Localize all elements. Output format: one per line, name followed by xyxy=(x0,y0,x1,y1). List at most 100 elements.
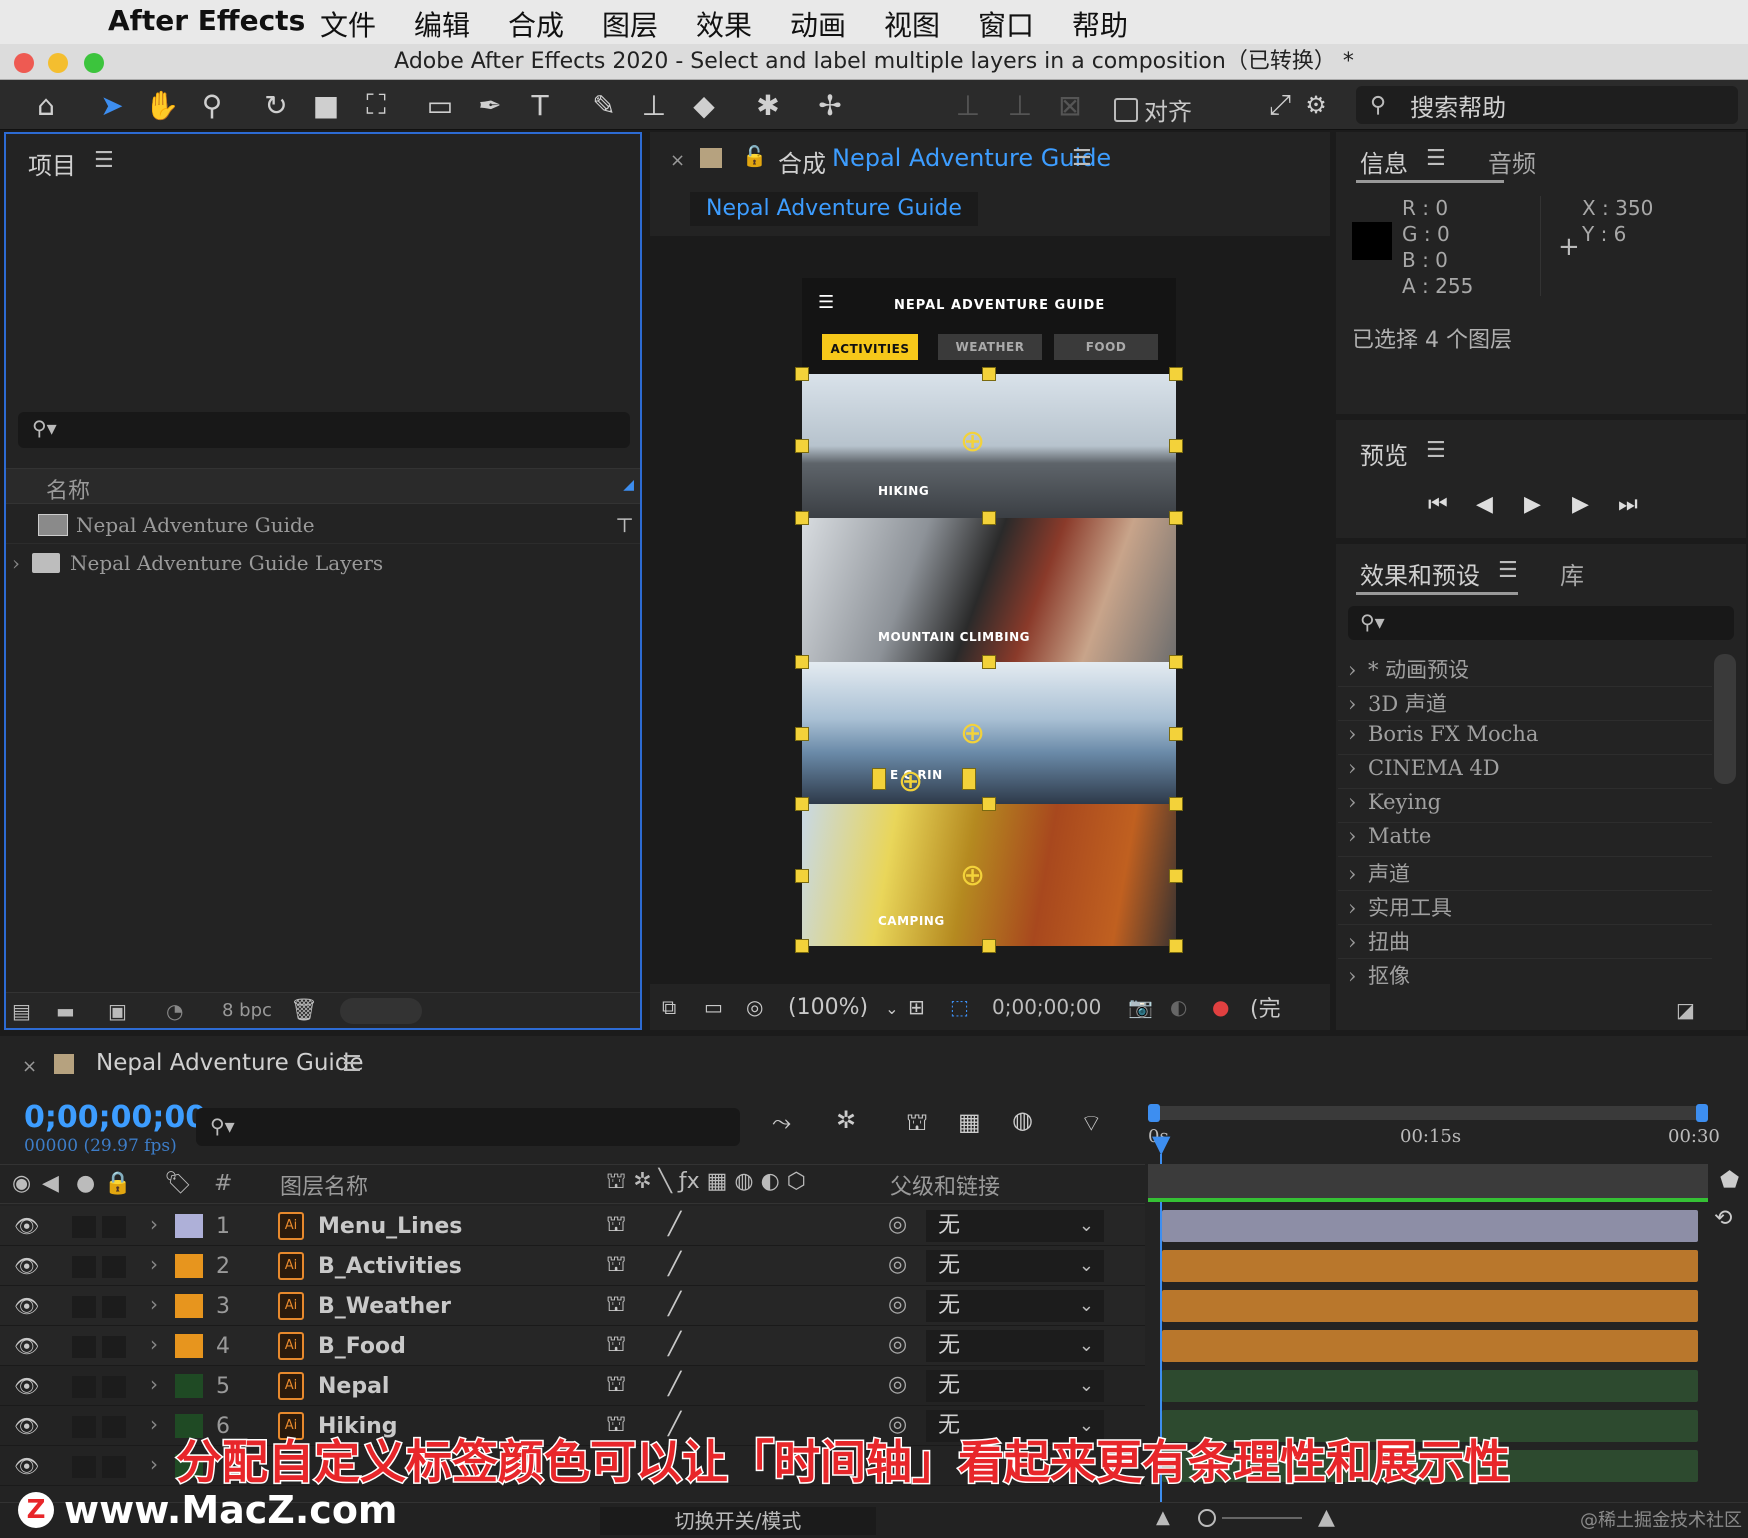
chevron-right-icon[interactable]: › xyxy=(150,1212,158,1236)
workspace-icon[interactable]: ⚙ xyxy=(1296,86,1336,124)
chevron-right-icon[interactable]: › xyxy=(150,1292,158,1316)
quality-switch-icon[interactable]: ╱ xyxy=(668,1372,681,1397)
selection-handle[interactable] xyxy=(872,768,886,790)
bit-depth-label[interactable]: 8 bpc xyxy=(222,1000,290,1021)
effects-search-input[interactable]: ⚲▾ xyxy=(1348,606,1734,640)
selection-handle[interactable] xyxy=(1169,727,1183,741)
new-composition-icon[interactable]: ▣ xyxy=(108,999,166,1023)
previous-frame-icon[interactable]: ◀ xyxy=(1476,492,1493,517)
selection-handle[interactable] xyxy=(1169,439,1183,453)
audio-toggle[interactable] xyxy=(72,1376,96,1398)
menu-view[interactable]: 视图 xyxy=(884,4,940,44)
shy-switch-icon[interactable]: ⛫ xyxy=(606,1332,626,1360)
roto-brush-tool-icon[interactable]: ✱ xyxy=(748,86,788,124)
selection-tool-icon[interactable]: ➤ xyxy=(92,86,132,124)
selection-handle[interactable] xyxy=(962,768,976,790)
anchor-point-icon[interactable]: ⊕ xyxy=(898,764,923,799)
chevron-right-icon[interactable]: › xyxy=(150,1332,158,1356)
shy-switch-icon[interactable]: ⛫ xyxy=(606,1292,626,1320)
project-search-input[interactable]: ⚲▾ xyxy=(18,412,630,448)
solo-toggle[interactable] xyxy=(102,1296,126,1318)
layer-name[interactable]: Nepal xyxy=(318,1374,389,1399)
layer-label-color[interactable] xyxy=(175,1334,203,1358)
solo-header-icon[interactable]: ● xyxy=(76,1171,95,1196)
audio-toggle-header-icon[interactable]: ◀ xyxy=(42,1171,59,1196)
zoom-window-button[interactable] xyxy=(84,53,104,73)
shy-layers-icon[interactable]: ⛫ xyxy=(906,1108,928,1139)
comp-tab-name[interactable]: Nepal Adventure Guide xyxy=(832,144,1111,172)
quality-switch-icon[interactable]: ╱ xyxy=(668,1332,681,1357)
selection-handle[interactable] xyxy=(795,797,809,811)
close-tab-icon[interactable]: × xyxy=(22,1056,37,1077)
effect-category[interactable]: › Boris FX Mocha xyxy=(1348,722,1538,746)
eye-icon[interactable]: 👁 xyxy=(14,1374,39,1398)
brush-tool-icon[interactable]: ✎ xyxy=(584,86,624,124)
draft-3d-icon[interactable]: ✲ xyxy=(836,1106,856,1134)
audio-toggle[interactable] xyxy=(72,1256,96,1278)
close-window-button[interactable] xyxy=(14,53,34,73)
motion-blur-icon[interactable]: ◍ xyxy=(1012,1106,1033,1134)
eraser-tool-icon[interactable]: ◆ xyxy=(684,86,724,124)
audio-toggle[interactable] xyxy=(72,1336,96,1358)
audio-toggle[interactable] xyxy=(72,1456,96,1478)
audio-toggle[interactable] xyxy=(72,1216,96,1238)
home-icon[interactable]: ⌂ xyxy=(26,86,66,124)
project-item-folder[interactable]: › Nepal Adventure Guide Layers xyxy=(6,544,640,582)
next-frame-icon[interactable]: ▶ xyxy=(1572,492,1589,517)
layer-duration-bar[interactable] xyxy=(1162,1210,1698,1242)
selection-handle[interactable] xyxy=(982,797,996,811)
solo-toggle[interactable] xyxy=(102,1416,126,1438)
eye-icon[interactable]: 👁 xyxy=(14,1254,39,1278)
new-item-icon[interactable]: ◪ xyxy=(1676,998,1695,1022)
graph-editor-icon[interactable]: ⌔ xyxy=(1080,1108,1103,1138)
effects-scrollbar[interactable] xyxy=(1714,654,1736,784)
column-name-header[interactable]: 名称 xyxy=(46,473,90,505)
work-area-end-handle[interactable] xyxy=(1696,1104,1708,1122)
first-frame-icon[interactable]: ⏮ xyxy=(1428,492,1448,517)
rectangle-tool-icon[interactable]: ▭ xyxy=(420,86,460,124)
rotate-tool-icon[interactable]: ↻ xyxy=(256,86,296,124)
shy-switch-icon[interactable]: ⛫ xyxy=(606,1372,626,1400)
snapshot-camera-icon[interactable]: 📷 xyxy=(1128,995,1170,1019)
zoom-tool-icon[interactable]: ⚲ xyxy=(192,86,232,124)
selection-handle[interactable] xyxy=(795,367,809,381)
solo-toggle[interactable] xyxy=(102,1336,126,1358)
preview-panel-menu-icon[interactable]: ☰ xyxy=(1426,438,1446,463)
chevron-right-icon[interactable]: › xyxy=(150,1252,158,1276)
work-area-bar[interactable] xyxy=(1148,1104,1708,1122)
grid-icon[interactable]: ⊞ xyxy=(908,995,950,1019)
app-menu[interactable]: After Effects xyxy=(108,4,305,37)
mask-visibility-icon[interactable]: ◎ xyxy=(746,995,788,1019)
layer-row[interactable]: 👁 › 1 Ai Menu_Lines ⛫ ╱ ◎ 无 ⌄ xyxy=(0,1206,1145,1246)
local-axis-icon[interactable]: ⊥ xyxy=(948,86,988,124)
audio-toggle[interactable] xyxy=(72,1296,96,1318)
effects-panel-menu-icon[interactable]: ☰ xyxy=(1498,558,1518,583)
column-number-header[interactable]: # xyxy=(214,1171,232,1196)
hand-tool-icon[interactable]: ✋ xyxy=(142,86,182,124)
layer-name[interactable]: B_Food xyxy=(318,1334,406,1359)
layer-name[interactable]: B_Weather xyxy=(318,1294,451,1319)
menu-effect[interactable]: 效果 xyxy=(696,4,752,44)
selection-handle[interactable] xyxy=(1169,511,1183,525)
selection-handle[interactable] xyxy=(795,727,809,741)
layer-row[interactable]: 👁 › 4 Ai B_Food ⛫ ╱ ◎ 无 ⌄ xyxy=(0,1326,1145,1366)
world-axis-icon[interactable]: ⊥ xyxy=(1000,86,1040,124)
layer-search-input[interactable]: ⚲▾ xyxy=(196,1108,740,1146)
solo-toggle[interactable] xyxy=(102,1456,126,1478)
bit-depth-icon[interactable]: ◔ xyxy=(166,999,222,1023)
pick-whip-icon[interactable]: ◎ xyxy=(888,1292,907,1317)
comp-canvas[interactable]: ☰ NEPAL ADVENTURE GUIDE ACTIVITIES WEATH… xyxy=(795,278,1183,953)
layer-row[interactable]: 👁 › 2 Ai B_Activities ⛫ ╱ ◎ 无 ⌄ xyxy=(0,1246,1145,1286)
effect-category[interactable]: › 实用工具 xyxy=(1348,892,1452,922)
timeline-tab-name[interactable]: Nepal Adventure Guide xyxy=(96,1050,364,1076)
always-preview-icon[interactable]: ⧉ xyxy=(662,995,704,1019)
eye-icon[interactable]: 👁 xyxy=(14,1414,39,1438)
resolution-dropdown[interactable]: (完 xyxy=(1250,991,1290,1023)
effect-category[interactable]: › 扭曲 xyxy=(1348,926,1410,956)
layer-name[interactable]: Menu_Lines xyxy=(318,1214,462,1239)
info-panel-menu-icon[interactable]: ☰ xyxy=(1426,146,1446,171)
project-panel-menu-icon[interactable]: ☰ xyxy=(94,148,114,173)
parent-dropdown[interactable]: 无 ⌄ xyxy=(926,1290,1104,1322)
eye-icon[interactable]: 👁 xyxy=(14,1454,39,1478)
chevron-right-icon[interactable]: › xyxy=(150,1452,158,1476)
